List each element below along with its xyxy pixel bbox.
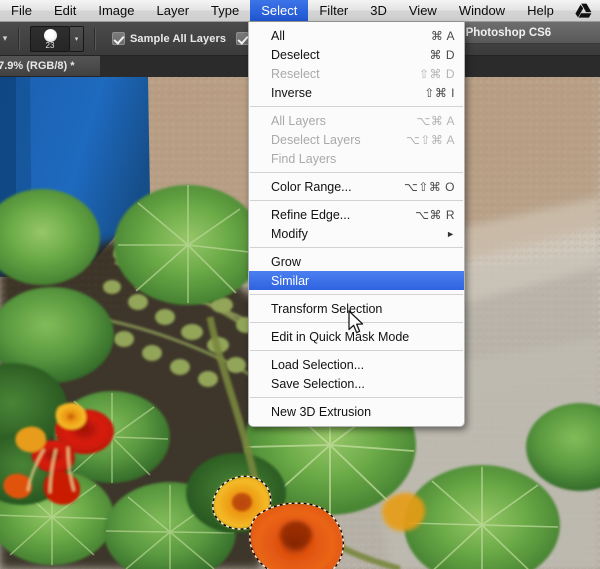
brush-preview[interactable]: 23 xyxy=(30,25,70,52)
menu-item-shortcut: ⌥⇧⌘ O xyxy=(403,179,455,194)
application-title-bar: e Photoshop CS6 xyxy=(454,22,600,44)
menu-item-refine-edge[interactable]: Refine Edge... ⌥⌘ R xyxy=(249,205,464,224)
menu-item-edit-in-quick-mask-mode[interactable]: Edit in Quick Mask Mode xyxy=(249,327,464,346)
menubar-item-type[interactable]: Type xyxy=(200,0,250,21)
menu-item-label: All xyxy=(271,28,285,43)
menu-item-shortcut: ⌥⌘ R xyxy=(415,207,455,222)
menu-item-modify[interactable]: Modify ► xyxy=(249,224,464,243)
menu-item-color-range[interactable]: Color Range... ⌥⇧⌘ O xyxy=(249,177,464,196)
menu-item-all-layers: All Layers ⌥⌘ A xyxy=(249,111,464,130)
menubar-item-layer[interactable]: Layer xyxy=(146,0,201,21)
menu-item-save-selection[interactable]: Save Selection... xyxy=(249,374,464,393)
menubar-item-filter[interactable]: Filter xyxy=(308,0,359,21)
menu-item-label: Inverse xyxy=(271,85,312,100)
menu-item-shortcut: ⌥⇧⌘ A xyxy=(405,132,455,147)
menu-item-label: Load Selection... xyxy=(271,357,365,372)
menu-item-label: Transform Selection xyxy=(271,301,383,316)
select-menu-dropdown: All ⌘ A Deselect ⌘ D Reselect ⇧⌘ D Inver… xyxy=(248,22,465,427)
menu-bar: File Edit Image Layer Type Select Filter… xyxy=(0,0,600,22)
menubar-item-image[interactable]: Image xyxy=(87,0,145,21)
menubar-item-file[interactable]: File xyxy=(0,0,43,21)
menu-item-label: All Layers xyxy=(271,113,326,128)
sample-all-layers-label: Sample All Layers xyxy=(130,32,227,45)
menu-item-label: Save Selection... xyxy=(271,376,365,391)
application-title-label: e Photoshop CS6 xyxy=(456,26,552,39)
menubar-item-3d[interactable]: 3D xyxy=(359,0,398,21)
menu-separator xyxy=(250,172,463,173)
menu-item-deselect[interactable]: Deselect ⌘ D xyxy=(249,45,464,64)
menu-item-new-3d-extrusion[interactable]: New 3D Extrusion xyxy=(249,402,464,421)
sample-all-layers-checkbox[interactable] xyxy=(112,32,125,45)
menu-separator xyxy=(250,350,463,351)
menu-item-label: Deselect Layers xyxy=(271,132,361,147)
menubar-item-select[interactable]: Select xyxy=(250,0,309,21)
menu-item-shortcut: ⌘ D xyxy=(429,47,455,62)
menu-item-all[interactable]: All ⌘ A xyxy=(249,26,464,45)
menu-item-shortcut: ⌥⌘ A xyxy=(416,113,455,128)
menu-item-shortcut: ⇧⌘ D xyxy=(418,66,455,81)
options-separator xyxy=(18,27,20,50)
menu-item-shortcut: ⌘ A xyxy=(430,28,455,43)
menu-separator xyxy=(250,294,463,295)
menu-item-find-layers: Find Layers xyxy=(249,149,464,168)
photoshop-window: ▾ 23 ▾ Sample All Layers Auto-Enhance e … xyxy=(0,0,600,569)
menu-separator xyxy=(250,106,463,107)
menubar-item-help[interactable]: Help xyxy=(516,0,565,21)
sample-all-layers-option[interactable]: Sample All Layers xyxy=(112,32,226,45)
menubar-item-edit[interactable]: Edit xyxy=(43,0,87,21)
document-tab[interactable]: 77.9% (RGB/8) * xyxy=(0,56,100,77)
menu-item-transform-selection[interactable]: Transform Selection xyxy=(249,299,464,318)
brush-size-value: 23 xyxy=(45,40,55,50)
menu-separator xyxy=(250,247,463,248)
menu-item-label: Edit in Quick Mask Mode xyxy=(271,329,410,344)
menu-item-reselect: Reselect ⇧⌘ D xyxy=(249,64,464,83)
menu-separator xyxy=(250,200,463,201)
google-drive-icon[interactable] xyxy=(571,0,600,21)
menu-separator xyxy=(250,322,463,323)
menu-item-label: Deselect xyxy=(271,47,320,62)
menu-item-label: Reselect xyxy=(271,66,320,81)
brush-picker[interactable]: 23 ▾ xyxy=(30,25,84,52)
menu-item-label: Color Range... xyxy=(271,179,352,194)
menu-item-label: Similar xyxy=(271,273,310,288)
menu-item-label: Refine Edge... xyxy=(271,207,351,222)
menu-item-load-selection[interactable]: Load Selection... xyxy=(249,355,464,374)
tool-preset-chevron-icon[interactable]: ▾ xyxy=(0,33,12,44)
menu-item-label: Modify xyxy=(271,226,308,241)
menu-item-deselect-layers: Deselect Layers ⌥⇧⌘ A xyxy=(249,130,464,149)
menu-item-similar[interactable]: Similar xyxy=(249,271,464,290)
menu-item-inverse[interactable]: Inverse ⇧⌘ I xyxy=(249,83,464,102)
document-zoom-label: 77.9% (RGB/8) * xyxy=(0,60,75,72)
menu-item-grow[interactable]: Grow xyxy=(249,252,464,271)
menubar-item-view[interactable]: View xyxy=(398,0,448,21)
submenu-arrow-icon: ► xyxy=(446,228,455,239)
menubar-item-window[interactable]: Window xyxy=(448,0,516,21)
brush-dropdown-arrow-icon[interactable]: ▾ xyxy=(70,25,84,52)
menu-separator xyxy=(250,397,463,398)
menu-item-shortcut: ⇧⌘ I xyxy=(424,85,455,100)
menu-item-label: New 3D Extrusion xyxy=(271,404,372,419)
menu-item-label: Find Layers xyxy=(271,151,337,166)
options-separator-2 xyxy=(94,27,96,50)
menu-item-label: Grow xyxy=(271,254,301,269)
